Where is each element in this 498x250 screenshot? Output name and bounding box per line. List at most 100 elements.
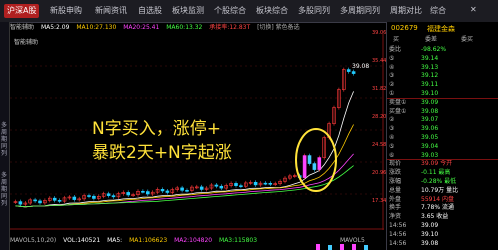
sub-item: MA3:115803 [219, 237, 258, 244]
quote-row: ② 39.07 [387, 116, 498, 124]
quote-row-label: ④ [389, 134, 395, 141]
quote-row-value: 39.11 [421, 81, 439, 89]
candle-body [268, 182, 273, 185]
quote-row-label: 委比 [389, 46, 402, 53]
quote-row: 买盘① 39.08 [387, 108, 498, 116]
quote-row: ④ 39.05 [387, 134, 498, 142]
quote-row-label: ③ [389, 72, 395, 80]
quote-tabs: 买 委差 委买 [389, 35, 497, 44]
sidebar-label-multi-period[interactable]: 多周期同列 [1, 122, 8, 157]
candle-body [199, 186, 204, 190]
axis-tick: 35.44 [372, 58, 387, 64]
quote-row: 现价 39.09 今开 [387, 159, 498, 168]
chart-title: 智能辅助 [14, 38, 38, 46]
info-item: 承接率:12.83T [209, 24, 251, 31]
quote-tab[interactable]: 买 [393, 35, 399, 44]
tab-sector-monitor[interactable]: 板块监测 [172, 4, 204, 18]
candle-body [214, 184, 219, 187]
tab-news[interactable]: 新闻资讯 [95, 4, 127, 18]
quote-panel: 002679 福建金森 买 委差 委买 委比 -98.62% ⑤ 39.14 ④ 39.1… [386, 22, 498, 250]
candle-body [57, 200, 62, 202]
quote-row-value: -0.28% 最低 [421, 178, 457, 185]
indicator-info-line: 智能辅助 MA5:2.09 MA10:27.130 MA20:25.41 MA6… [10, 23, 300, 33]
tab-hushen-a[interactable]: 沪深A股 [4, 4, 40, 18]
candle-body [317, 157, 322, 170]
quote-row-label: 14:56 [389, 239, 407, 247]
candle-body [219, 185, 224, 189]
candle-body [185, 190, 189, 192]
quote-row-label: ⑤ [389, 142, 395, 150]
info-item: MA60:13.32 [166, 24, 203, 31]
quote-row: ⑥ 39.03 [387, 152, 498, 160]
quote-row-value: 39.08 [421, 107, 439, 115]
tab-multi-stock[interactable]: 多股同列 [298, 4, 330, 18]
quote-row-label: 卖盘① [389, 98, 407, 106]
tab-watchlist[interactable]: 自选股 [138, 4, 162, 18]
candle-body [312, 163, 317, 170]
quote-row: ⑤ 39.04 [387, 143, 498, 151]
quote-row-value: 7.78% 流通 [421, 204, 454, 212]
close-icon[interactable]: ✕ [470, 5, 477, 14]
candle-body [180, 187, 184, 191]
quote-row-label: 外盘 [389, 195, 402, 203]
candle-body [111, 195, 116, 198]
candle-body [18, 201, 23, 205]
left-sidebar: 多周期同列 多周期同列 [0, 22, 10, 250]
sub-item: MA1:106623 [129, 237, 168, 244]
sub-item: VOL:140521 [63, 237, 101, 244]
tab-stock-overview[interactable]: 个股综合 [214, 4, 246, 18]
quote-row-label: 净资 [389, 213, 402, 221]
quote-row: 总量 10.79万 量比 [387, 187, 498, 195]
info-item: MA10:27.130 [76, 24, 117, 31]
axis-tick: 31.82 [372, 86, 387, 92]
quote-row-value: 39.12 [421, 72, 439, 80]
axis-tick: 24.58 [372, 142, 387, 148]
quote-row-label: ② [389, 81, 395, 89]
quote-row-value: 39.05 [421, 134, 439, 141]
price-axis: 39.06 35.44 31.82 28.20 24.58 20.96 17.34 [372, 30, 386, 230]
quote-row: 外盘 55914 内盘 [387, 196, 498, 204]
quote-tab[interactable]: 委差 [425, 35, 437, 44]
quote-row-value: -98.62% [421, 46, 447, 53]
candle-body [160, 189, 165, 192]
candle-body [253, 181, 258, 186]
info-item: MA20:25.41 [123, 24, 160, 31]
stock-code: 002679 [391, 24, 418, 32]
candle-body [87, 195, 91, 197]
sidebar-label-multi-period-2[interactable]: 多周期同列 [1, 172, 8, 207]
high-price-label: 39.08 [352, 63, 369, 70]
axis-tick: 39.06 [372, 30, 387, 36]
candle-body [307, 155, 312, 164]
info-item: MA5:2.09 [40, 24, 70, 31]
candle-body [33, 199, 37, 202]
tab-multi-period[interactable]: 多周期同列 [340, 4, 380, 18]
quote-row-label: 换手 [389, 204, 402, 212]
quote-row-label: ③ [389, 125, 395, 133]
quote-row-value: 39.13 [421, 63, 439, 71]
quote-row: 14:56 39.09 [387, 222, 498, 230]
stock-name: 福建金森 [427, 25, 455, 33]
quote-row-label: ① [389, 90, 395, 97]
quote-row-value: 39.09 今开 [421, 160, 453, 168]
axis-tick: 17.34 [372, 198, 387, 204]
info-item[interactable]: [切换] 紫色备选 [257, 24, 300, 31]
quote-row: ③ 39.06 [387, 125, 498, 133]
quote-row: ④ 39.13 [387, 64, 498, 72]
annotation-line-1: N字买入，涨停+ [92, 119, 221, 139]
tab-ipo[interactable]: 新股申购 [50, 4, 82, 18]
quote-tab[interactable]: 委买 [461, 35, 473, 44]
candle-body [72, 196, 77, 200]
candle-body [92, 195, 96, 199]
quote-row-value: 39.09 [421, 222, 439, 229]
tab-period-compare[interactable]: 周期对比 [390, 4, 422, 18]
quote-row-value: 39.14 [421, 54, 439, 62]
quote-row-label: ④ [389, 63, 395, 71]
quote-row-label: 14:56 [389, 222, 407, 229]
tab-sector-overview[interactable]: 板块综合 [256, 4, 288, 18]
candle-body [52, 197, 57, 201]
tab-composite[interactable]: 综合 [430, 4, 446, 18]
quote-row: 14:56 39.08 [387, 240, 498, 248]
candle-body [234, 183, 238, 186]
candle-body [346, 69, 351, 72]
candle-body [302, 155, 307, 178]
